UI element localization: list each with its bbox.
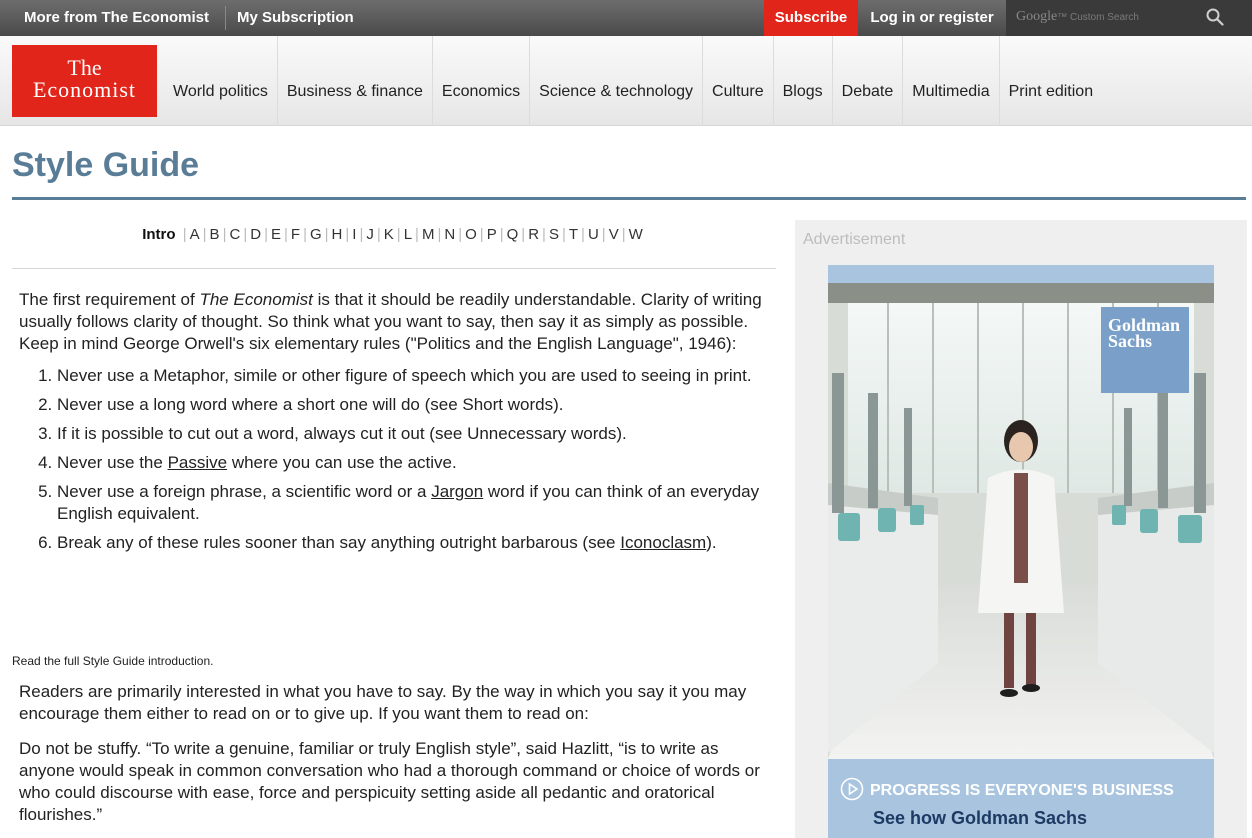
alpha-letter-r[interactable]: R (525, 226, 542, 243)
ad-headline-text: PROGRESS IS EVERYONE'S BUSINESS (870, 782, 1174, 799)
main-nav: World politics Business & finance Econom… (164, 36, 1102, 126)
alpha-letter-q[interactable]: Q (504, 226, 522, 243)
rule-text: Never use a foreign phrase, a scientific… (57, 482, 432, 501)
body-paragraph: Readers are primarily interested in what… (19, 682, 747, 723)
read-full-intro-link[interactable]: Read the full Style Guide introduction. (12, 654, 213, 668)
gs-logo-line-2: Sachs (1108, 331, 1153, 351)
nav-business-finance[interactable]: Business & finance (276, 36, 432, 126)
nav-world-politics[interactable]: World politics (164, 36, 277, 126)
alphabet-divider (12, 268, 776, 269)
nav-science-technology[interactable]: Science & technology (529, 36, 702, 126)
alpha-letter-i[interactable]: I (349, 226, 359, 243)
rule-text: If it is possible to cut out a word, alw… (57, 424, 627, 443)
alpha-separator: | (202, 226, 207, 243)
rule-item: Never use the Passive where you can use … (57, 452, 771, 474)
alpha-letter-s[interactable]: S (546, 226, 562, 243)
rule-text: where you can use the active. (227, 453, 457, 472)
rule-item: Never use a long word where a short one … (57, 394, 771, 416)
alpha-letter-l[interactable]: L (401, 226, 415, 243)
ad-headline: PROGRESS IS EVERYONE'S BUSINESS (840, 777, 1210, 801)
login-register-link[interactable]: Log in or register (858, 0, 1006, 36)
alpha-letter-m[interactable]: M (419, 226, 438, 243)
alpha-letter-t[interactable]: T (566, 226, 581, 243)
subscribe-button[interactable]: Subscribe (764, 0, 858, 36)
nav-blogs[interactable]: Blogs (772, 36, 832, 126)
search-placeholder: Google™ Custom Search (1016, 9, 1139, 24)
advertisement-panel: Advertisement Goldman Sachs PROGRESS IS … (795, 220, 1247, 838)
alpha-letter-e[interactable]: E (268, 226, 284, 243)
logo-line-1: The (67, 55, 102, 80)
more-from-economist-link[interactable]: More from The Economist (12, 0, 221, 36)
alpha-letter-k[interactable]: K (381, 226, 397, 243)
alpha-letter-w[interactable]: W (626, 226, 646, 243)
body-paragraph: Do not be stuffy. “To write a genuine, f… (19, 739, 760, 824)
nav-debate[interactable]: Debate (831, 36, 903, 126)
goldman-sachs-logo: Goldman Sachs (1101, 307, 1189, 393)
alpha-letter-j[interactable]: J (363, 226, 377, 243)
rule-item: Never use a Metaphor, simile or other fi… (57, 365, 771, 387)
alphabet-nav: Intro | A | B | C | D | E | F | G | H | I | J | K | L | M | N | O | P | Q… (12, 226, 776, 243)
alpha-letter-v[interactable]: V (606, 226, 622, 243)
alpha-letter-h[interactable]: H (329, 226, 346, 243)
custom-search-label: Custom Search (1070, 12, 1139, 23)
advertisement-label: Advertisement (803, 231, 906, 248)
alpha-letter-d[interactable]: D (247, 226, 264, 243)
play-icon[interactable] (840, 777, 864, 801)
page-title: Style Guide (12, 146, 200, 184)
style-guide-body: Readers are primarily interested in what… (19, 681, 771, 838)
ad-cta-link[interactable]: See how Goldman Sachs (840, 808, 1210, 829)
style-guide-intro: The first requirement of The Economist i… (19, 289, 771, 561)
intro-text-1: The first requirement of (19, 290, 200, 309)
title-divider (12, 197, 1246, 200)
search-input[interactable]: Google™ Custom Search (1006, 0, 1252, 36)
alpha-letter-u[interactable]: U (585, 226, 602, 243)
rule-link-jargon[interactable]: Jargon (431, 482, 483, 501)
nav-economics[interactable]: Economics (431, 36, 529, 126)
logo-line-2: Economist (32, 77, 137, 102)
top-bar: More from The Economist My Subscription … (0, 0, 1252, 36)
rule-item: If it is possible to cut out a word, alw… (57, 423, 771, 445)
rule-text: Never use a long word where a short one … (57, 395, 564, 414)
alpha-letter-g[interactable]: G (307, 226, 325, 243)
rule-item: Never use a foreign phrase, a scientific… (57, 481, 771, 525)
rule-link-passive[interactable]: Passive (168, 453, 228, 472)
rule-text: ). (706, 533, 717, 552)
alpha-intro[interactable]: Intro (142, 226, 178, 243)
google-brand: Google (1016, 9, 1058, 24)
rule-text: Never use the (57, 453, 168, 472)
rule-text: Never use a Metaphor, simile or other fi… (57, 366, 752, 385)
alpha-separator: | (324, 226, 329, 243)
intro-emphasis: The Economist (199, 290, 313, 309)
intro-paragraph: The first requirement of The Economist i… (19, 289, 771, 355)
my-subscription-link[interactable]: My Subscription (225, 0, 366, 36)
nav-multimedia[interactable]: Multimedia (902, 36, 998, 126)
alpha-letter-b[interactable]: B (207, 226, 223, 243)
economist-logo[interactable]: The Economist (12, 45, 157, 117)
rule-item: Break any of these rules sooner than say… (57, 532, 771, 554)
nav-culture[interactable]: Culture (702, 36, 773, 126)
alpha-letter-c[interactable]: C (226, 226, 243, 243)
main-header: The Economist World politics Business & … (0, 36, 1252, 126)
search-icon[interactable] (1206, 8, 1224, 26)
alpha-letter-f[interactable]: F (288, 226, 303, 243)
alpha-letter-o[interactable]: O (462, 226, 480, 243)
rule-text: Break any of these rules sooner than say… (57, 533, 621, 552)
orwell-rules-list: Never use a Metaphor, simile or other fi… (19, 365, 771, 554)
ad-copy: PROGRESS IS EVERYONE'S BUSINESS See how … (840, 777, 1210, 829)
nav-print-edition[interactable]: Print edition (998, 36, 1103, 126)
alpha-letter-a[interactable]: A (187, 226, 203, 243)
goldman-sachs-ad[interactable]: Goldman Sachs PROGRESS IS EVERYONE'S BUS… (828, 265, 1214, 838)
alpha-letter-n[interactable]: N (441, 226, 458, 243)
rule-link-iconoclasm[interactable]: Iconoclasm (620, 533, 706, 552)
alpha-letter-p[interactable]: P (484, 226, 500, 243)
